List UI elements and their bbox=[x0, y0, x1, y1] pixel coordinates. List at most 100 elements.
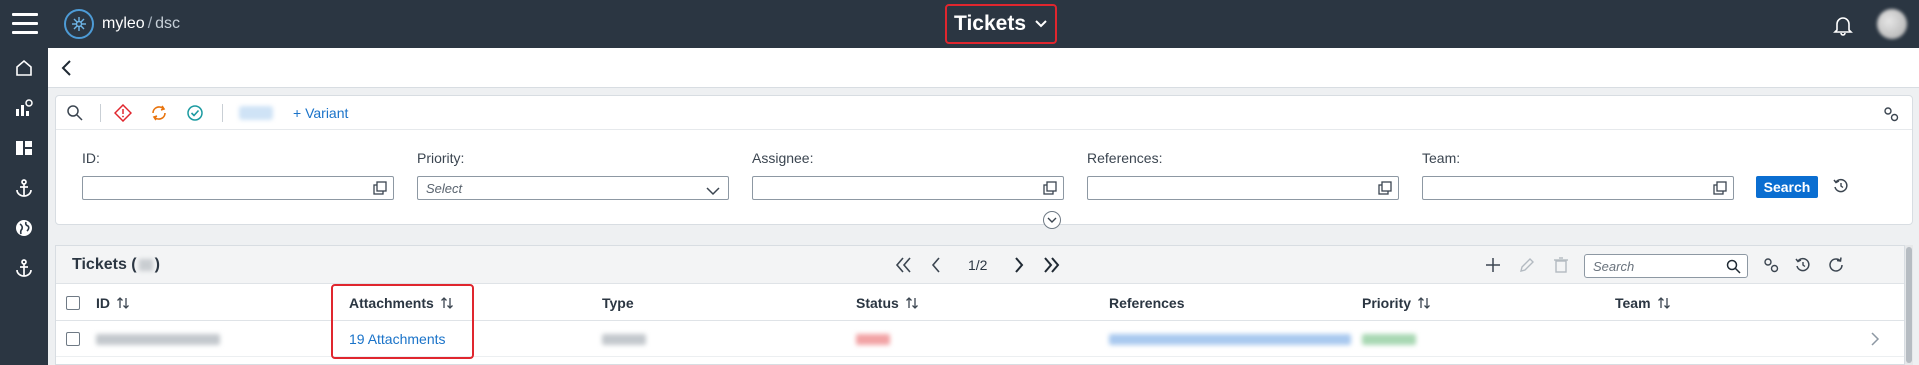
refresh-icon[interactable] bbox=[1827, 256, 1845, 279]
brand-name: myleo bbox=[102, 15, 145, 32]
ticket-id bbox=[96, 334, 220, 345]
first-page-icon[interactable] bbox=[894, 256, 914, 279]
column-priority[interactable]: Priority bbox=[1362, 295, 1431, 311]
tickets-table: Tickets () 1/2 Search ID Attachments Typ… bbox=[55, 245, 1905, 365]
anchor-icon[interactable] bbox=[0, 168, 48, 208]
ticket-priority bbox=[1362, 334, 1416, 345]
chevron-right-icon[interactable] bbox=[1870, 331, 1880, 352]
column-id[interactable]: ID bbox=[96, 295, 130, 311]
back-icon[interactable] bbox=[60, 58, 74, 83]
add-variant-link[interactable]: + Variant bbox=[293, 105, 348, 121]
ticket-references[interactable] bbox=[1109, 334, 1351, 345]
brand[interactable]: myleo / dsc bbox=[64, 9, 180, 39]
edit-icon[interactable] bbox=[1518, 256, 1536, 279]
brand-sub: dsc bbox=[155, 15, 181, 32]
globe-icon[interactable] bbox=[0, 208, 48, 248]
check-circle-icon[interactable] bbox=[186, 104, 204, 127]
logo-icon bbox=[64, 9, 94, 39]
search-icon[interactable] bbox=[66, 104, 84, 127]
row-checkbox[interactable] bbox=[66, 332, 80, 346]
column-references[interactable]: References bbox=[1109, 295, 1185, 311]
app-title: Tickets bbox=[954, 12, 1026, 35]
team-label: Team: bbox=[1422, 150, 1461, 166]
sort-icon bbox=[117, 297, 129, 309]
table-title-text: Tickets ( bbox=[72, 256, 137, 273]
value-help-icon[interactable] bbox=[1713, 181, 1727, 198]
sort-icon bbox=[1418, 297, 1430, 309]
sidebar bbox=[0, 48, 48, 365]
column-attachments[interactable]: Attachments bbox=[349, 295, 454, 311]
column-priority-label: Priority bbox=[1362, 295, 1412, 311]
next-page-icon[interactable] bbox=[1012, 256, 1026, 279]
id-label: ID: bbox=[82, 150, 100, 166]
analytics-icon[interactable] bbox=[0, 88, 48, 128]
sort-icon bbox=[1657, 297, 1670, 309]
top-bar: myleo / dsc Tickets bbox=[0, 0, 1919, 48]
assignee-label: Assignee: bbox=[752, 150, 814, 166]
nav-bar bbox=[48, 48, 1919, 88]
toolbar-divider bbox=[100, 104, 101, 122]
delete-icon[interactable] bbox=[1552, 256, 1570, 279]
refresh-icon[interactable] bbox=[150, 104, 168, 127]
table-search-input[interactable]: Search bbox=[1584, 254, 1748, 278]
references-label: References: bbox=[1087, 150, 1163, 166]
table-header: ID Attachments Type Status References Pr… bbox=[56, 284, 1904, 321]
column-team[interactable]: Team bbox=[1615, 295, 1671, 311]
table-toolbar: Tickets () 1/2 Search bbox=[56, 246, 1904, 284]
column-type-label: Type bbox=[602, 295, 634, 311]
references-field[interactable] bbox=[1087, 176, 1399, 200]
attachments-link[interactable]: 19 Attachments bbox=[349, 331, 446, 347]
value-help-icon[interactable] bbox=[1378, 181, 1392, 198]
add-icon[interactable] bbox=[1484, 256, 1502, 279]
reset-icon[interactable] bbox=[1832, 177, 1850, 200]
search-icon[interactable] bbox=[1726, 259, 1741, 277]
search-button[interactable]: Search bbox=[1756, 176, 1818, 198]
table-row[interactable]: 19 Attachments bbox=[56, 321, 1904, 357]
id-field[interactable] bbox=[82, 176, 394, 200]
value-help-icon[interactable] bbox=[373, 181, 387, 198]
column-attachments-label: Attachments bbox=[349, 295, 434, 311]
chevron-down-icon bbox=[706, 184, 720, 199]
select-all-checkbox[interactable] bbox=[66, 296, 80, 310]
home-icon[interactable] bbox=[0, 48, 48, 88]
column-type[interactable]: Type bbox=[602, 295, 634, 311]
menu-icon[interactable] bbox=[12, 13, 38, 35]
reset-icon[interactable] bbox=[1794, 256, 1812, 279]
settings-icon[interactable] bbox=[1882, 105, 1900, 128]
ticket-type bbox=[602, 334, 646, 345]
app-title-dropdown[interactable]: Tickets bbox=[945, 4, 1057, 44]
ticket-status bbox=[856, 334, 890, 345]
column-references-label: References bbox=[1109, 295, 1185, 311]
dashboard-icon[interactable] bbox=[0, 128, 48, 168]
alert-icon[interactable] bbox=[113, 103, 133, 127]
last-page-icon[interactable] bbox=[1041, 256, 1061, 279]
column-team-label: Team bbox=[1615, 295, 1651, 311]
variant-name[interactable] bbox=[239, 106, 273, 120]
assignee-field[interactable] bbox=[752, 176, 1064, 200]
expand-icon[interactable] bbox=[1043, 211, 1061, 229]
table-title: Tickets () bbox=[72, 256, 160, 274]
anchor-icon[interactable] bbox=[0, 248, 48, 288]
column-id-label: ID bbox=[96, 295, 110, 311]
table-title-close: ) bbox=[154, 256, 160, 273]
prev-page-icon[interactable] bbox=[929, 256, 943, 279]
column-status-label: Status bbox=[856, 295, 899, 311]
filter-bar: + Variant ID: Priority: Select Assignee:… bbox=[55, 95, 1913, 229]
priority-select[interactable]: Select bbox=[417, 176, 729, 200]
team-field[interactable] bbox=[1422, 176, 1734, 200]
settings-icon[interactable] bbox=[1762, 256, 1780, 279]
avatar[interactable] bbox=[1877, 9, 1907, 39]
priority-placeholder: Select bbox=[426, 181, 463, 196]
sort-icon bbox=[440, 297, 453, 309]
ticket-count bbox=[138, 258, 153, 271]
scrollbar[interactable] bbox=[1905, 245, 1913, 365]
page-indicator: 1/2 bbox=[968, 257, 988, 273]
table-search-placeholder: Search bbox=[1593, 259, 1635, 274]
sort-icon bbox=[905, 297, 918, 309]
bell-icon[interactable] bbox=[1832, 14, 1854, 41]
scrollbar-thumb[interactable] bbox=[1906, 247, 1912, 363]
brand-separator: / bbox=[147, 15, 153, 32]
value-help-icon[interactable] bbox=[1043, 181, 1057, 198]
column-status[interactable]: Status bbox=[856, 295, 919, 311]
chevron-down-icon bbox=[1035, 20, 1047, 28]
